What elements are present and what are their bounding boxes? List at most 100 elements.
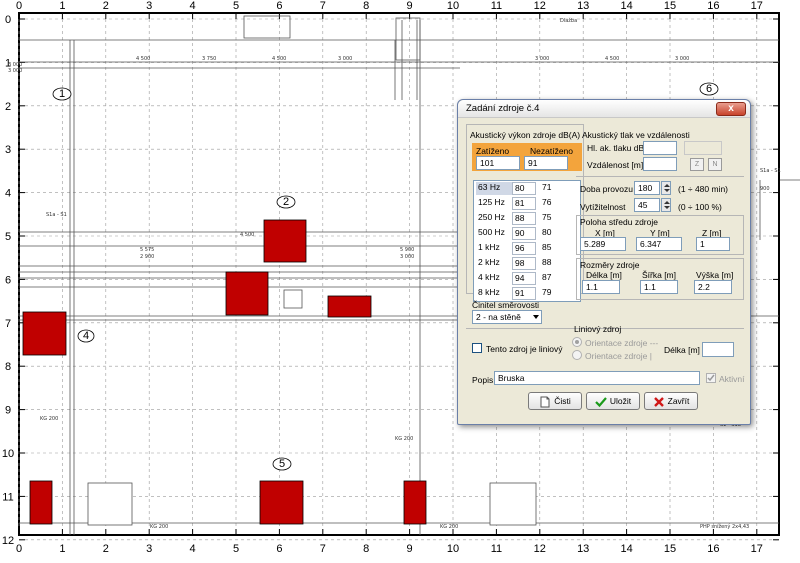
unloaded-value-cell[interactable]: 71 xyxy=(540,182,564,195)
table-row[interactable]: 8 kHz 91 79 xyxy=(474,286,580,301)
table-row[interactable]: 500 Hz 90 80 xyxy=(474,226,580,241)
sound-source-1 xyxy=(22,311,67,356)
distance-field[interactable] xyxy=(643,157,677,171)
checkmark-icon xyxy=(595,397,607,407)
close-button[interactable]: Zavřít xyxy=(644,392,698,410)
table-row[interactable]: 125 Hz 81 76 xyxy=(474,196,580,211)
unloaded-field[interactable]: 91 xyxy=(524,156,568,170)
chevron-down-icon xyxy=(533,315,539,319)
loaded-value-cell[interactable]: 96 xyxy=(512,242,536,255)
z-field[interactable]: 1 xyxy=(696,237,730,251)
table-row[interactable]: 2 kHz 98 88 xyxy=(474,256,580,271)
ruler-left-label: 9 xyxy=(5,405,11,417)
pressure-level-label: Hl. ak. tlaku dB xyxy=(587,143,645,153)
dialog-titlebar[interactable]: Zadání zdroje č.4 x xyxy=(458,100,750,118)
dim-label: 4 500 xyxy=(272,56,286,62)
loaded-value-cell[interactable]: 91 xyxy=(512,287,536,300)
description-label: Popis xyxy=(472,375,494,385)
save-button[interactable]: Uložit xyxy=(586,392,640,410)
table-row[interactable]: 1 kHz 96 85 xyxy=(474,241,580,256)
ruler-top-label: 4 xyxy=(190,0,196,12)
btn-n[interactable]: N xyxy=(708,158,722,171)
ruler-top-label: 16 xyxy=(707,0,719,12)
ruler-bottom-label: 9 xyxy=(407,543,413,555)
sound-source-5 xyxy=(29,480,53,525)
description-field[interactable]: Bruska xyxy=(494,371,700,385)
active-label: Aktivní xyxy=(719,374,745,384)
ruler-top-label: 5 xyxy=(233,0,239,12)
ruler-left-label: 2 xyxy=(5,101,11,113)
directivity-select[interactable]: 2 - na stěně xyxy=(472,310,542,324)
checkmark-icon xyxy=(707,374,715,382)
ruler-top-label: 1 xyxy=(59,0,65,12)
dim-label: 4 500 xyxy=(605,56,619,62)
util-field[interactable]: 45 xyxy=(634,198,660,212)
pressure-heading: Akustický tlak ve vzdálenosti xyxy=(582,130,690,140)
dim-label: KG 200 xyxy=(150,524,168,530)
source-dialog[interactable]: Zadání zdroje č.4 x Akustický výkon zdro… xyxy=(457,99,751,425)
ruler-top-label: 14 xyxy=(620,0,632,12)
loaded-value-cell[interactable]: 90 xyxy=(512,227,536,240)
x-field[interactable]: 5.289 xyxy=(580,237,626,251)
ruler-left-label: 3 xyxy=(5,144,11,156)
ruler-bottom-label: 14 xyxy=(620,543,632,555)
loaded-field[interactable]: 101 xyxy=(476,156,520,170)
orientation-radio-1[interactable] xyxy=(572,337,582,347)
loaded-value-cell[interactable]: 81 xyxy=(512,197,536,210)
document-icon xyxy=(540,396,550,408)
svg-text:6: 6 xyxy=(706,83,712,95)
linear-length-label: Délka [m] xyxy=(664,345,700,355)
unloaded-value-cell[interactable]: 79 xyxy=(540,287,564,300)
unloaded-value-cell[interactable]: 85 xyxy=(540,242,564,255)
length-field[interactable]: 1.1 xyxy=(582,280,620,294)
directivity-heading: Činitel směrovosti xyxy=(472,300,540,310)
unloaded-value-cell[interactable]: 87 xyxy=(540,272,564,285)
table-row[interactable]: 250 Hz 88 75 xyxy=(474,211,580,226)
orientation-radio-2[interactable] xyxy=(572,350,582,360)
linear-checkbox[interactable] xyxy=(472,343,482,353)
section-label: S1a - S1 xyxy=(760,168,781,174)
ruler-bottom-label: 2 xyxy=(103,543,109,555)
time-field[interactable]: 180 xyxy=(634,181,660,195)
dim-label: KG 200 xyxy=(40,416,58,422)
btn-z[interactable]: Z xyxy=(690,158,704,171)
ruler-top-label: 11 xyxy=(491,0,502,12)
loaded-value-cell[interactable]: 88 xyxy=(512,212,536,225)
section-label: S1a - S1 xyxy=(46,212,67,218)
width-label: Šířka [m] xyxy=(642,270,677,280)
unloaded-value-cell[interactable]: 80 xyxy=(540,227,564,240)
y-field[interactable]: 6.347 xyxy=(636,237,682,251)
ruler-bottom-label: 17 xyxy=(751,543,763,555)
util-spinner[interactable] xyxy=(661,198,671,212)
sound-source-7 xyxy=(403,480,427,525)
linear-heading: Liniový zdroj xyxy=(574,324,622,334)
table-row[interactable]: 4 kHz 94 87 xyxy=(474,271,580,286)
dim-label: KG 200 xyxy=(440,524,458,530)
close-icon[interactable]: x xyxy=(716,102,746,116)
loaded-value-cell[interactable]: 98 xyxy=(512,257,536,270)
ruler-bottom-label: 5 xyxy=(233,543,239,555)
active-checkbox[interactable] xyxy=(706,373,716,383)
loaded-value-cell[interactable]: 94 xyxy=(512,272,536,285)
height-label: Výška [m] xyxy=(696,270,734,280)
directivity-value: 2 - na stěně xyxy=(476,312,521,322)
freq-label: 1 kHz xyxy=(478,242,500,252)
unloaded-value-cell[interactable]: 76 xyxy=(540,197,564,210)
table-row[interactable]: 63 Hz 80 71 xyxy=(474,181,580,196)
unloaded-value-cell[interactable]: 88 xyxy=(540,257,564,270)
pressure-level-field[interactable] xyxy=(643,141,677,155)
ruler-left-label: 0 xyxy=(5,14,11,26)
height-field[interactable]: 2.2 xyxy=(694,280,732,294)
time-spinner[interactable] xyxy=(661,181,671,195)
dim-label: 900 xyxy=(760,186,770,192)
sound-source-4 xyxy=(327,295,372,318)
linear-length-field[interactable] xyxy=(702,342,734,357)
ruler-bottom-label: 16 xyxy=(707,543,719,555)
width-field[interactable]: 1.1 xyxy=(640,280,678,294)
dim-label: 4 500 xyxy=(136,56,150,62)
frequency-table[interactable]: 63 Hz 80 71 125 Hz 81 76 250 Hz 88 75 500 Hz 90 80 1… xyxy=(473,180,581,302)
unloaded-value-cell[interactable]: 75 xyxy=(540,212,564,225)
ruler-left-label: 6 xyxy=(5,274,11,286)
read-button[interactable]: Čisti xyxy=(528,392,582,410)
loaded-value-cell[interactable]: 80 xyxy=(512,182,536,195)
